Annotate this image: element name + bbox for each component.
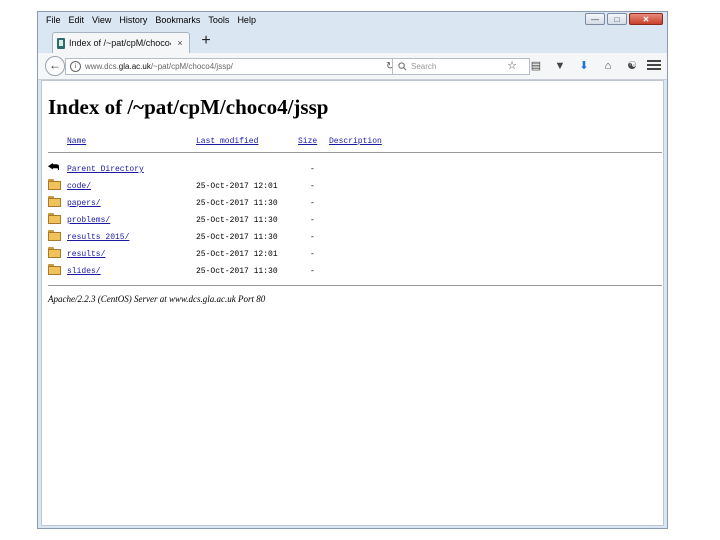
entry-size: - [310, 250, 315, 259]
url-path: /~pat/cpM/choco4/jssp/ [150, 62, 233, 71]
pocket-icon[interactable]: ▼ [548, 57, 572, 75]
tab-strip: Index of /~pat/cpM/choco4... × + [38, 29, 667, 53]
menu-bookmarks[interactable]: Bookmarks [151, 13, 204, 27]
downloads-icon[interactable]: ⬇ [572, 57, 596, 75]
entry-size: - [310, 165, 315, 174]
column-header-size[interactable]: Size [298, 137, 317, 146]
entry-link[interactable]: results 2015/ [67, 233, 129, 242]
minimize-button[interactable]: — [585, 13, 605, 25]
menu-file[interactable]: File [42, 13, 65, 27]
folder-icon [48, 230, 61, 241]
page-title: Index of /~pat/cpM/choco4/jssp [48, 95, 329, 119]
tab-title: Index of /~pat/cpM/choco4... [69, 38, 171, 48]
list-item: problems/ 25-Oct-2017 11:30 - [48, 213, 648, 229]
entry-date: 25-Oct-2017 11:30 [196, 199, 278, 208]
search-placeholder: Search [411, 62, 437, 71]
search-icon [398, 62, 407, 71]
column-header-last-modified[interactable]: Last modified [196, 137, 258, 146]
folder-icon [48, 213, 61, 224]
entry-link[interactable]: Parent Directory [67, 165, 144, 174]
tab-close-icon[interactable]: × [175, 38, 185, 48]
entry-link[interactable]: results/ [67, 250, 105, 259]
entry-size: - [310, 233, 315, 242]
entry-link[interactable]: code/ [67, 182, 91, 191]
list-item: papers/ 25-Oct-2017 11:30 - [48, 196, 648, 212]
bookmark-star-icon[interactable]: ☆ [500, 57, 524, 75]
entry-date: 25-Oct-2017 12:01 [196, 182, 278, 191]
entry-date: 25-Oct-2017 12:01 [196, 250, 278, 259]
folder-icon [48, 247, 61, 258]
list-item: ⮪ Parent Directory - [48, 162, 648, 178]
entry-date: 25-Oct-2017 11:30 [196, 267, 278, 276]
entry-size: - [310, 199, 315, 208]
entry-size: - [310, 267, 315, 276]
list-item: code/ 25-Oct-2017 12:01 - [48, 179, 648, 195]
entry-link[interactable]: problems/ [67, 216, 110, 225]
entry-date: 25-Oct-2017 11:30 [196, 216, 278, 225]
maximize-button[interactable]: □ [607, 13, 627, 25]
menu-bar: File Edit View History Bookmarks Tools H… [42, 13, 260, 27]
hamburger-menu-icon[interactable] [647, 58, 661, 72]
header-divider [48, 152, 662, 153]
page-content: Index of /~pat/cpM/choco4/jssp Name Last… [41, 80, 664, 526]
browser-window: File Edit View History Bookmarks Tools H… [37, 11, 668, 529]
entry-size: - [310, 216, 315, 225]
folder-icon [48, 196, 61, 207]
tab-directory-index[interactable]: Index of /~pat/cpM/choco4... × [52, 32, 190, 53]
navigation-toolbar: ← i www.dcs.gla.ac.uk/~pat/cpM/choco4/js… [38, 53, 667, 80]
footer-divider [48, 285, 662, 286]
folder-icon [48, 264, 61, 275]
back-icon: ⮪ [48, 161, 60, 175]
window-controls: — □ ✕ [585, 13, 663, 25]
site-info-icon[interactable]: i [70, 61, 81, 72]
home-icon[interactable]: ⌂ [596, 57, 620, 75]
list-item: results 2015/ 25-Oct-2017 11:30 - [48, 230, 648, 246]
title-bar: File Edit View History Bookmarks Tools H… [38, 12, 667, 29]
column-header-description[interactable]: Description [329, 137, 382, 146]
url-prefix: www.dcs. [85, 62, 119, 71]
entry-date: 25-Oct-2017 11:30 [196, 233, 278, 242]
menu-view[interactable]: View [88, 13, 115, 27]
url-text: www.dcs.gla.ac.uk/~pat/cpM/choco4/jssp/ [85, 62, 233, 71]
menu-history[interactable]: History [115, 13, 151, 27]
sync-icon[interactable]: ☯ [620, 57, 644, 75]
close-window-button[interactable]: ✕ [629, 13, 663, 25]
bookmarks-library-icon[interactable]: ▤ [524, 57, 548, 75]
url-domain: gla.ac.uk [118, 62, 151, 71]
page-favicon-icon [57, 37, 65, 49]
column-header-name[interactable]: Name [67, 137, 86, 146]
list-item: results/ 25-Oct-2017 12:01 - [48, 247, 648, 263]
entry-link[interactable]: slides/ [67, 267, 101, 276]
folder-icon [48, 179, 61, 190]
back-button[interactable]: ← [45, 56, 65, 76]
list-item: slides/ 25-Oct-2017 11:30 - [48, 264, 648, 280]
new-tab-button[interactable]: + [198, 32, 214, 50]
url-bar[interactable]: i www.dcs.gla.ac.uk/~pat/cpM/choco4/jssp… [65, 58, 403, 75]
menu-tools[interactable]: Tools [204, 13, 233, 27]
server-signature: Apache/2.2.3 (CentOS) Server at www.dcs.… [48, 294, 266, 304]
entry-size: - [310, 182, 315, 191]
menu-help[interactable]: Help [233, 13, 260, 27]
menu-edit[interactable]: Edit [65, 13, 89, 27]
toolbar-icons: ☆ ▤ ▼ ⬇ ⌂ ☯ [500, 57, 644, 75]
entry-link[interactable]: papers/ [67, 199, 101, 208]
